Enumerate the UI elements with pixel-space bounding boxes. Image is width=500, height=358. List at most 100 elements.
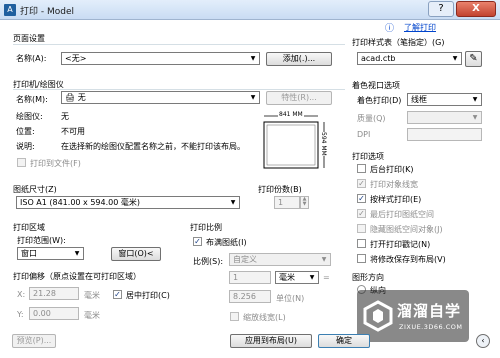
- print-range-label: 打印范围(W):: [17, 236, 66, 245]
- plot-style-value: acad.ctb: [361, 54, 396, 63]
- preview-button[interactable]: 预览(P)...: [12, 334, 56, 348]
- plot-option-checkbox[interactable]: [357, 254, 366, 263]
- ok-button[interactable]: 确定: [318, 334, 370, 348]
- add-page-setup-button[interactable]: 添加(.)...: [266, 52, 332, 66]
- location-value: 不可用: [61, 127, 85, 136]
- watermark: 溜溜自学 ZIXUE.3D66.COM: [357, 290, 469, 342]
- plot-option-checkbox[interactable]: ✓: [357, 209, 366, 218]
- plot-options-title: 打印选项: [352, 152, 384, 161]
- chevron-down-icon: ▼: [74, 250, 80, 257]
- description-label: 说明:: [16, 142, 35, 151]
- center-plot-checkbox[interactable]: ✓: [113, 290, 122, 299]
- copies-label: 打印份数(B): [258, 185, 302, 194]
- location-label: 位置:: [16, 127, 35, 136]
- description-value: 在选择新的绘图仪配置名称之前，不能打印该布局。: [61, 142, 245, 151]
- copies-input[interactable]: 1: [274, 196, 300, 209]
- plot-style-select[interactable]: acad.ctb ▼: [357, 52, 462, 65]
- plot-style-title: 打印样式表（笔指定）(G): [352, 38, 445, 47]
- watermark-url: ZIXUE.3D66.COM: [399, 323, 463, 331]
- edit-pencil-icon: ✎: [469, 53, 478, 64]
- scale-label: 比例(S):: [193, 257, 224, 266]
- scale-unit-select[interactable]: 毫米 ▼: [275, 271, 319, 284]
- chevron-down-icon: ▼: [309, 274, 315, 281]
- divider: [13, 44, 345, 45]
- chevron-down-icon: ▼: [230, 199, 236, 206]
- fit-to-paper-label: 布满图纸(I): [206, 238, 247, 247]
- plot-option-label: 按样式打印(E): [370, 195, 422, 204]
- scale-unit2-label: 单位(N): [276, 294, 305, 303]
- plotter-value: 无: [61, 112, 69, 121]
- copies-spinner[interactable]: ▲ ▼: [300, 196, 309, 209]
- plot-option-checkbox[interactable]: [357, 164, 366, 173]
- fit-to-paper-checkbox[interactable]: ✓: [193, 237, 202, 246]
- print-to-file-checkbox[interactable]: [17, 158, 26, 167]
- scale-select[interactable]: 自定义 ▼: [229, 253, 331, 266]
- title-bar: A 打印 - Model ? X: [0, 0, 500, 20]
- chevron-down-icon: ▼: [472, 96, 478, 103]
- info-icon: ⓘ: [385, 24, 395, 34]
- shade-plot-select[interactable]: 线框 ▼: [407, 93, 482, 106]
- paper-preview: 841 MM 594 MM: [262, 110, 332, 172]
- plot-option-checkbox[interactable]: ✓: [357, 194, 366, 203]
- page-setup-title: 页面设置: [13, 34, 45, 43]
- scale-value1-input[interactable]: 1: [229, 271, 271, 284]
- printer-icon: 🖨: [65, 93, 76, 102]
- print-area-title: 打印区域: [13, 223, 45, 232]
- plot-option-checkbox[interactable]: ✓: [357, 179, 366, 188]
- chevron-down-icon: ▼: [321, 256, 327, 263]
- print-to-file-label: 打印到文件(F): [30, 159, 81, 168]
- offset-y-label: Y:: [17, 310, 24, 319]
- viewport-options-title: 着色视口选项: [352, 81, 400, 90]
- chevron-down-icon: ▼: [452, 55, 458, 62]
- apply-to-layout-button[interactable]: 应用到布局(U): [230, 334, 312, 348]
- page-setup-name-value: <无>: [65, 54, 87, 63]
- preview-height-label: 594 MM: [320, 132, 327, 156]
- print-range-select[interactable]: 窗口 ▼: [17, 247, 84, 260]
- paper-size-title: 图纸尺寸(Z): [13, 185, 57, 194]
- plot-option-label: 后台打印(K): [370, 165, 414, 174]
- window-title: 打印 - Model: [20, 7, 74, 17]
- print-range-value: 窗口: [21, 249, 37, 258]
- offset-x-input[interactable]: 21.28: [29, 287, 79, 300]
- scale-lineweights-checkbox[interactable]: [230, 312, 239, 321]
- chevron-down-icon: ▼: [250, 94, 256, 101]
- learn-printing-link[interactable]: 了解打印: [404, 22, 436, 33]
- equals-sign: =: [323, 273, 330, 282]
- plot-option-label: 打开打印戳记(N): [370, 240, 431, 249]
- paper-size-value: ISO A1 (841.00 x 594.00 毫米): [20, 198, 140, 207]
- preview-width-label: 841 MM: [278, 111, 304, 118]
- help-button[interactable]: ?: [428, 1, 454, 17]
- divider: [13, 89, 345, 90]
- dpi-label: DPI: [357, 130, 371, 139]
- edit-plot-style-button[interactable]: ✎: [465, 51, 482, 67]
- plot-option-checkbox[interactable]: [357, 239, 366, 248]
- plot-option-label: 最后打印图纸空间: [370, 210, 434, 219]
- watermark-logo-icon: [363, 300, 393, 332]
- offset-x-label: X:: [17, 290, 26, 299]
- plot-option-label: 打印对象线宽: [370, 180, 418, 189]
- printer-name-label: 名称(M):: [16, 95, 48, 104]
- paper-size-select[interactable]: ISO A1 (841.00 x 594.00 毫米) ▼: [16, 196, 240, 209]
- plotter-label: 绘图仪:: [16, 112, 43, 121]
- printer-name-value: 无: [77, 93, 86, 102]
- printer-name-select[interactable]: 🖨 无 ▼: [61, 91, 260, 104]
- printer-properties-button[interactable]: 特性(R)...: [266, 91, 332, 105]
- offset-y-input[interactable]: 0.00: [29, 307, 79, 320]
- orientation-title: 图形方向: [352, 273, 384, 282]
- scale-value2-input[interactable]: 8.256: [229, 290, 271, 303]
- app-icon: A: [4, 4, 16, 16]
- page-setup-name-select[interactable]: <无> ▼: [61, 52, 260, 65]
- collapse-options-button[interactable]: ‹: [476, 334, 490, 348]
- page-setup-name-label: 名称(A):: [16, 54, 47, 63]
- center-plot-label: 居中打印(C): [126, 291, 170, 300]
- plot-option-label: 隐藏图纸空间对象(J): [370, 225, 443, 234]
- dpi-input[interactable]: [407, 128, 482, 141]
- close-button[interactable]: X: [456, 1, 496, 17]
- plot-option-checkbox[interactable]: [357, 224, 366, 233]
- offset-y-unit: 毫米: [84, 311, 100, 320]
- window-select-button[interactable]: 窗口(O)<: [111, 247, 161, 261]
- scale-value: 自定义: [233, 255, 257, 264]
- offset-x-unit: 毫米: [84, 291, 100, 300]
- quality-select[interactable]: ▼: [407, 111, 482, 124]
- chevron-left-icon: ‹: [481, 336, 485, 345]
